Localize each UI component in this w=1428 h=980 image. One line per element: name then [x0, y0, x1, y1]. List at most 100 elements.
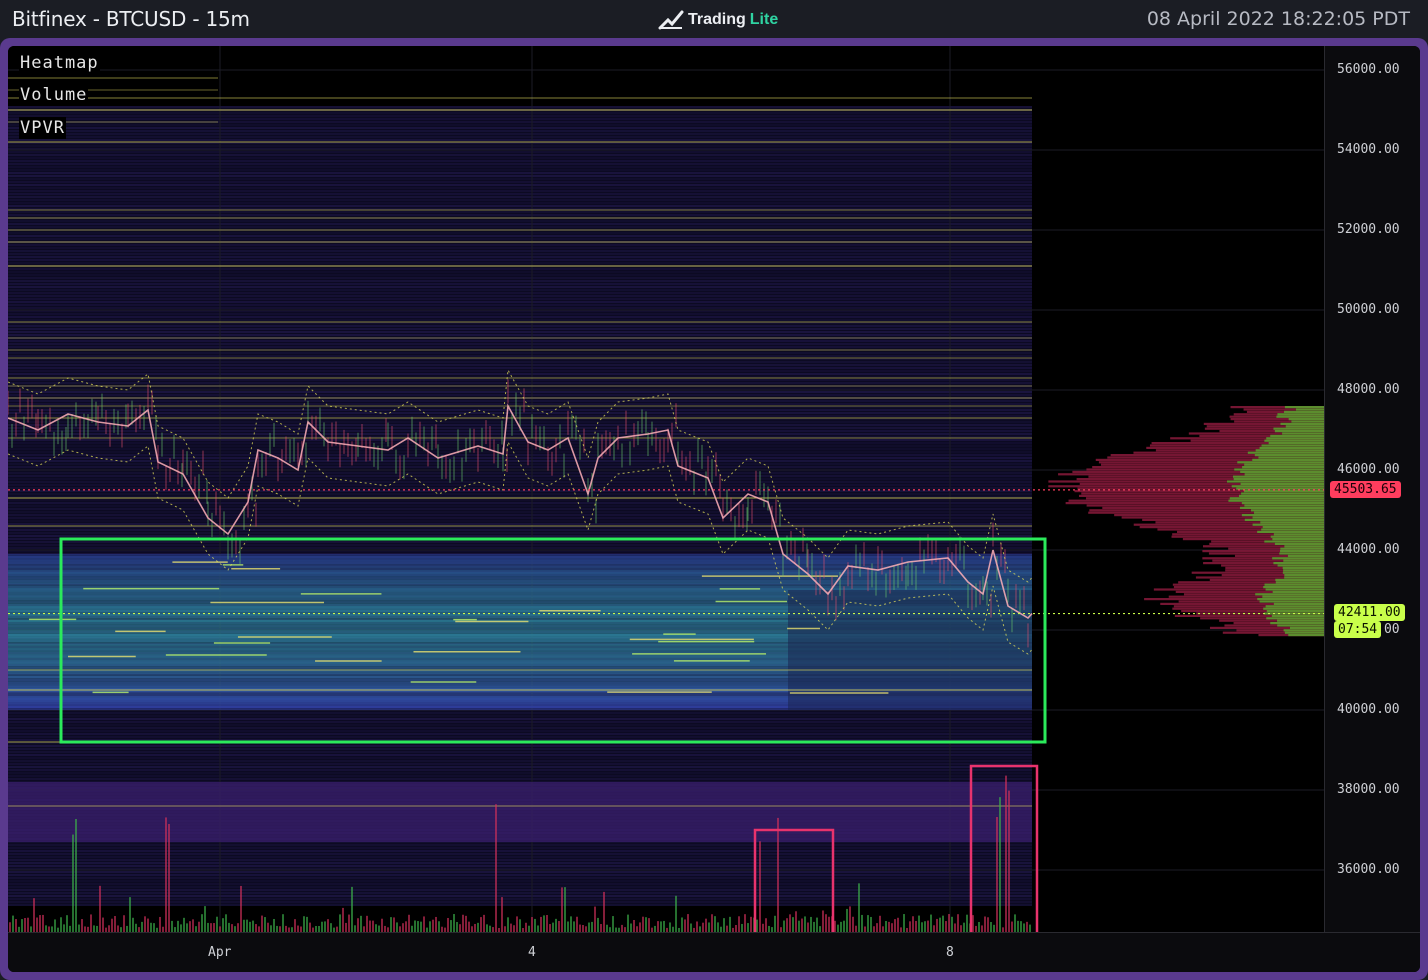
heat-row	[8, 484, 1032, 486]
vpvr-buy-bar	[1284, 410, 1324, 413]
vpvr-buy-bar	[1241, 514, 1324, 517]
brand-name-accent: Lite	[749, 11, 779, 28]
indicator-volume-label[interactable]: Volume	[19, 84, 89, 106]
vpvr-buy-bar	[1244, 463, 1324, 466]
indicator-heatmap-label[interactable]: Heatmap	[19, 52, 100, 74]
heat-row	[8, 772, 1032, 774]
vpvr-buy-bar	[1271, 614, 1324, 617]
heat-row	[8, 154, 1032, 156]
heat-row	[8, 502, 1032, 504]
heat-row	[8, 847, 1032, 849]
heat-row	[8, 487, 1032, 489]
heat-row	[8, 895, 1032, 897]
vpvr-buy-bar	[1240, 470, 1324, 473]
heat-row	[8, 733, 1032, 735]
vpvr-buy-bar	[1275, 581, 1324, 584]
heat-row	[8, 745, 1032, 747]
heat-row	[8, 313, 1032, 315]
indicator-vpvr-label[interactable]: VPVR	[19, 117, 66, 139]
candle-countdown-tag: 07:54	[1334, 621, 1382, 638]
heat-row	[8, 730, 1032, 732]
heat-row	[8, 232, 1032, 234]
heat-row	[8, 898, 1032, 900]
vpvr-buy-bar	[1255, 449, 1324, 452]
heat-row	[8, 145, 1032, 147]
vpvr-buy-bar	[1261, 528, 1324, 531]
vpvr-buy-bar	[1274, 430, 1324, 433]
heat-row	[8, 283, 1032, 285]
vpvr-buy-bar	[1263, 586, 1324, 589]
chart-area[interactable]: Heatmap Volume VPVR 56000.00 54000.00 5200…	[8, 46, 1420, 972]
vpvr-buy-bar	[1263, 607, 1324, 610]
heat-row	[8, 400, 1032, 402]
vpvr-buy-bar	[1257, 530, 1324, 533]
vpvr-buy-bar	[1284, 631, 1324, 634]
vpvr-buy-bar	[1280, 422, 1324, 425]
heat-row	[8, 271, 1032, 273]
heat-row	[8, 721, 1032, 723]
heat-row	[8, 166, 1032, 168]
heat-row	[8, 163, 1032, 165]
vpvr-buy-bar	[1272, 538, 1324, 541]
vpvr-buy-bar	[1244, 473, 1324, 476]
vpvr-buy-bar	[1262, 526, 1324, 529]
vpvr-buy-bar	[1265, 605, 1324, 608]
vpvr-buy-bar	[1244, 518, 1324, 521]
heat-row	[8, 118, 1032, 120]
vpvr-buy-bar	[1279, 552, 1324, 555]
brand-name: Trading	[688, 11, 746, 28]
vpvr-buy-bar	[1282, 566, 1324, 569]
vpvr-buy-bar	[1288, 418, 1324, 421]
vpvr-buy-bar	[1266, 617, 1324, 620]
heat-row	[8, 766, 1032, 768]
heat-row	[8, 367, 1032, 369]
vpvr-buy-bar	[1239, 494, 1324, 497]
heat-row	[8, 127, 1032, 129]
liquidity-row	[8, 584, 1032, 586]
current-price-tag: 42411.00	[1334, 604, 1405, 621]
vpvr-buy-bar	[1255, 593, 1324, 596]
heat-row	[8, 211, 1032, 213]
heat-row	[8, 352, 1032, 354]
vpvr-buy-bar	[1288, 634, 1324, 637]
heat-row	[8, 292, 1032, 294]
liquidity-row	[8, 578, 1032, 580]
tradinglite-logo-icon	[658, 10, 684, 30]
heat-row	[8, 220, 1032, 222]
heat-row	[8, 319, 1032, 321]
vpvr-buy-bar	[1280, 547, 1324, 550]
time-axis[interactable]: Apr 4 8	[8, 932, 1420, 972]
high-price-tag: 45503.65	[1330, 481, 1401, 498]
vpvr-buy-bar	[1287, 554, 1324, 557]
heat-row	[8, 505, 1032, 507]
vpvr-buy-bar	[1231, 485, 1324, 488]
purple-band	[8, 782, 1032, 842]
price-axis-tick: 36000.00	[1337, 862, 1400, 877]
vpvr-buy-bar	[1280, 550, 1324, 553]
vpvr-buy-bar	[1285, 425, 1324, 428]
heat-row	[8, 865, 1032, 867]
liquidity-row	[8, 580, 1032, 582]
heat-row	[8, 394, 1032, 396]
heat-row	[8, 466, 1032, 468]
vpvr-buy-bar	[1264, 583, 1324, 586]
heat-row	[8, 478, 1032, 480]
vpvr-buy-bar	[1266, 437, 1324, 440]
vpvr-buy-bar	[1284, 406, 1324, 409]
vpvr-buy-bar	[1274, 542, 1324, 545]
heat-row	[8, 718, 1032, 720]
heat-row	[8, 379, 1032, 381]
vpvr-buy-bar	[1273, 427, 1324, 430]
vpvr-buy-bar	[1233, 478, 1324, 481]
heat-row	[8, 481, 1032, 483]
price-axis-tick: 38000.00	[1337, 782, 1400, 797]
vpvr-buy-bar	[1275, 578, 1324, 581]
heatmap-plot[interactable]	[8, 46, 1324, 932]
heat-row	[8, 727, 1032, 729]
heat-row	[8, 403, 1032, 405]
vpvr-buy-bar	[1264, 439, 1324, 442]
heat-row	[8, 535, 1032, 537]
vpvr-buy-bar	[1277, 413, 1324, 416]
vpvr-buy-bar	[1277, 624, 1324, 627]
heat-row	[8, 160, 1032, 162]
